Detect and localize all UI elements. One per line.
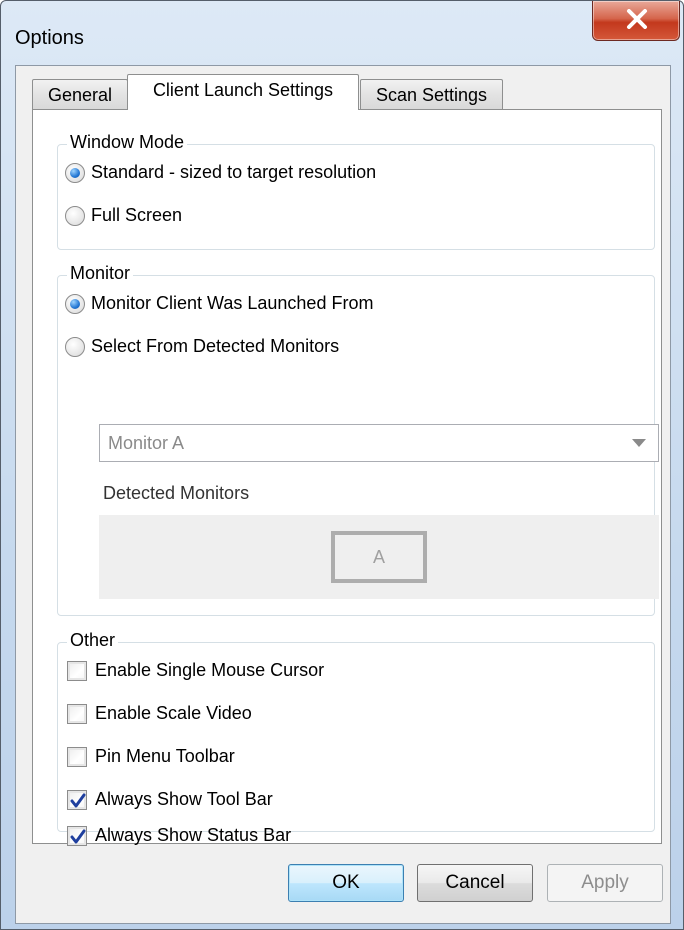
radio-launched-from[interactable]: Monitor Client Was Launched From xyxy=(65,293,373,314)
monitor-select-value: Monitor A xyxy=(108,433,185,453)
check-pin-menu-toolbar[interactable]: Pin Menu Toolbar xyxy=(67,746,235,767)
radio-full-screen-label: Full Screen xyxy=(91,205,183,225)
close-button[interactable] xyxy=(592,1,680,41)
checkbox-icon xyxy=(67,660,87,681)
check-show-tool-bar-label: Always Show Tool Bar xyxy=(95,789,273,809)
check-single-mouse-cursor[interactable]: Enable Single Mouse Cursor xyxy=(67,660,324,681)
monitor-select[interactable]: Monitor A xyxy=(99,424,659,462)
check-single-mouse-cursor-label: Enable Single Mouse Cursor xyxy=(95,660,325,680)
other-label: Other xyxy=(67,630,119,651)
checkbox-icon xyxy=(67,746,87,767)
tab-panel: Window Mode Standard - sized to target r… xyxy=(32,109,662,846)
dialog-client: General Client Launch Settings Scan Sett… xyxy=(15,65,671,924)
tab-scan-settings[interactable]: Scan Settings xyxy=(360,79,503,109)
check-show-tool-bar[interactable]: Always Show Tool Bar xyxy=(67,789,273,810)
ok-button[interactable]: OK xyxy=(288,864,404,902)
tab-client-launch-settings[interactable]: Client Launch Settings xyxy=(127,74,359,110)
chevron-down-icon xyxy=(632,439,646,447)
monitor-label: Monitor xyxy=(67,263,134,284)
apply-button[interactable]: Apply xyxy=(547,864,663,902)
checkmark-icon xyxy=(70,829,86,843)
window-mode-group xyxy=(57,144,655,250)
radio-launched-from-label: Monitor Client Was Launched From xyxy=(91,293,374,313)
cancel-button[interactable]: Cancel xyxy=(417,864,533,902)
check-show-status-bar-label: Always Show Status Bar xyxy=(95,825,292,845)
window-title: Options xyxy=(15,27,84,49)
radio-icon xyxy=(65,293,85,314)
check-show-status-bar[interactable]: Always Show Status Bar xyxy=(67,825,291,846)
detected-monitors-label: Detected Monitors xyxy=(103,483,250,503)
checkbox-icon xyxy=(67,703,87,724)
checkbox-icon xyxy=(67,789,87,810)
checkbox-icon xyxy=(67,825,87,846)
window-mode-label: Window Mode xyxy=(67,132,188,153)
options-dialog: Options General Client Launch Settings S… xyxy=(0,0,684,930)
monitor-a-tile[interactable]: A xyxy=(331,531,427,583)
radio-icon xyxy=(65,205,85,226)
check-pin-menu-toolbar-label: Pin Menu Toolbar xyxy=(95,746,235,766)
radio-standard[interactable]: Standard - sized to target resolution xyxy=(65,162,376,183)
check-scale-video[interactable]: Enable Scale Video xyxy=(67,703,252,724)
checkmark-icon xyxy=(70,793,86,807)
radio-icon xyxy=(65,336,85,357)
radio-select-detected-label: Select From Detected Monitors xyxy=(91,336,340,356)
radio-icon xyxy=(65,162,85,183)
check-scale-video-label: Enable Scale Video xyxy=(95,703,252,723)
tab-general[interactable]: General xyxy=(32,79,128,109)
detected-monitors-area: A xyxy=(99,515,659,599)
radio-standard-label: Standard - sized to target resolution xyxy=(91,162,377,182)
radio-full-screen[interactable]: Full Screen xyxy=(65,205,182,226)
close-icon xyxy=(627,9,647,29)
radio-select-detected[interactable]: Select From Detected Monitors xyxy=(65,336,339,357)
